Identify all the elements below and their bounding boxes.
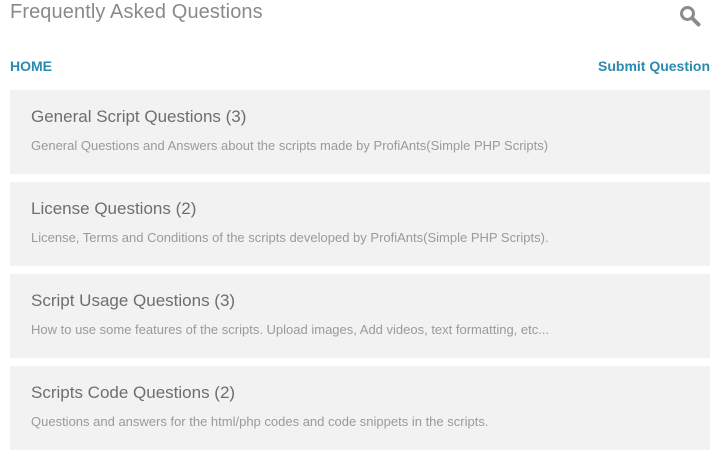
category-description: License, Terms and Conditions of the scr… xyxy=(31,230,549,245)
category-title[interactable]: License Questions (2) xyxy=(31,198,689,220)
category-description: General Questions and Answers about the … xyxy=(31,138,549,153)
category-list: General Script Questions (3) General Que… xyxy=(10,90,710,458)
home-link[interactable]: HOME xyxy=(10,58,52,75)
category-description: Questions and answers for the html/php c… xyxy=(31,414,489,429)
search-icon xyxy=(680,6,701,27)
category-title[interactable]: Script Usage Questions (3) xyxy=(31,290,689,312)
category-license[interactable]: License Questions (2) License, Terms and… xyxy=(10,182,710,266)
search-button[interactable] xyxy=(678,4,702,28)
category-description: How to use some features of the scripts.… xyxy=(31,322,550,337)
category-script-usage[interactable]: Script Usage Questions (3) How to use so… xyxy=(10,274,710,358)
submit-question-link[interactable]: Submit Question xyxy=(598,58,710,75)
category-general-script[interactable]: General Script Questions (3) General Que… xyxy=(10,90,710,174)
page-title: Frequently Asked Questions xyxy=(10,1,263,23)
category-title[interactable]: Scripts Code Questions (2) xyxy=(31,382,689,404)
category-scripts-code[interactable]: Scripts Code Questions (2) Questions and… xyxy=(10,366,710,450)
category-title[interactable]: General Script Questions (3) xyxy=(31,106,689,128)
